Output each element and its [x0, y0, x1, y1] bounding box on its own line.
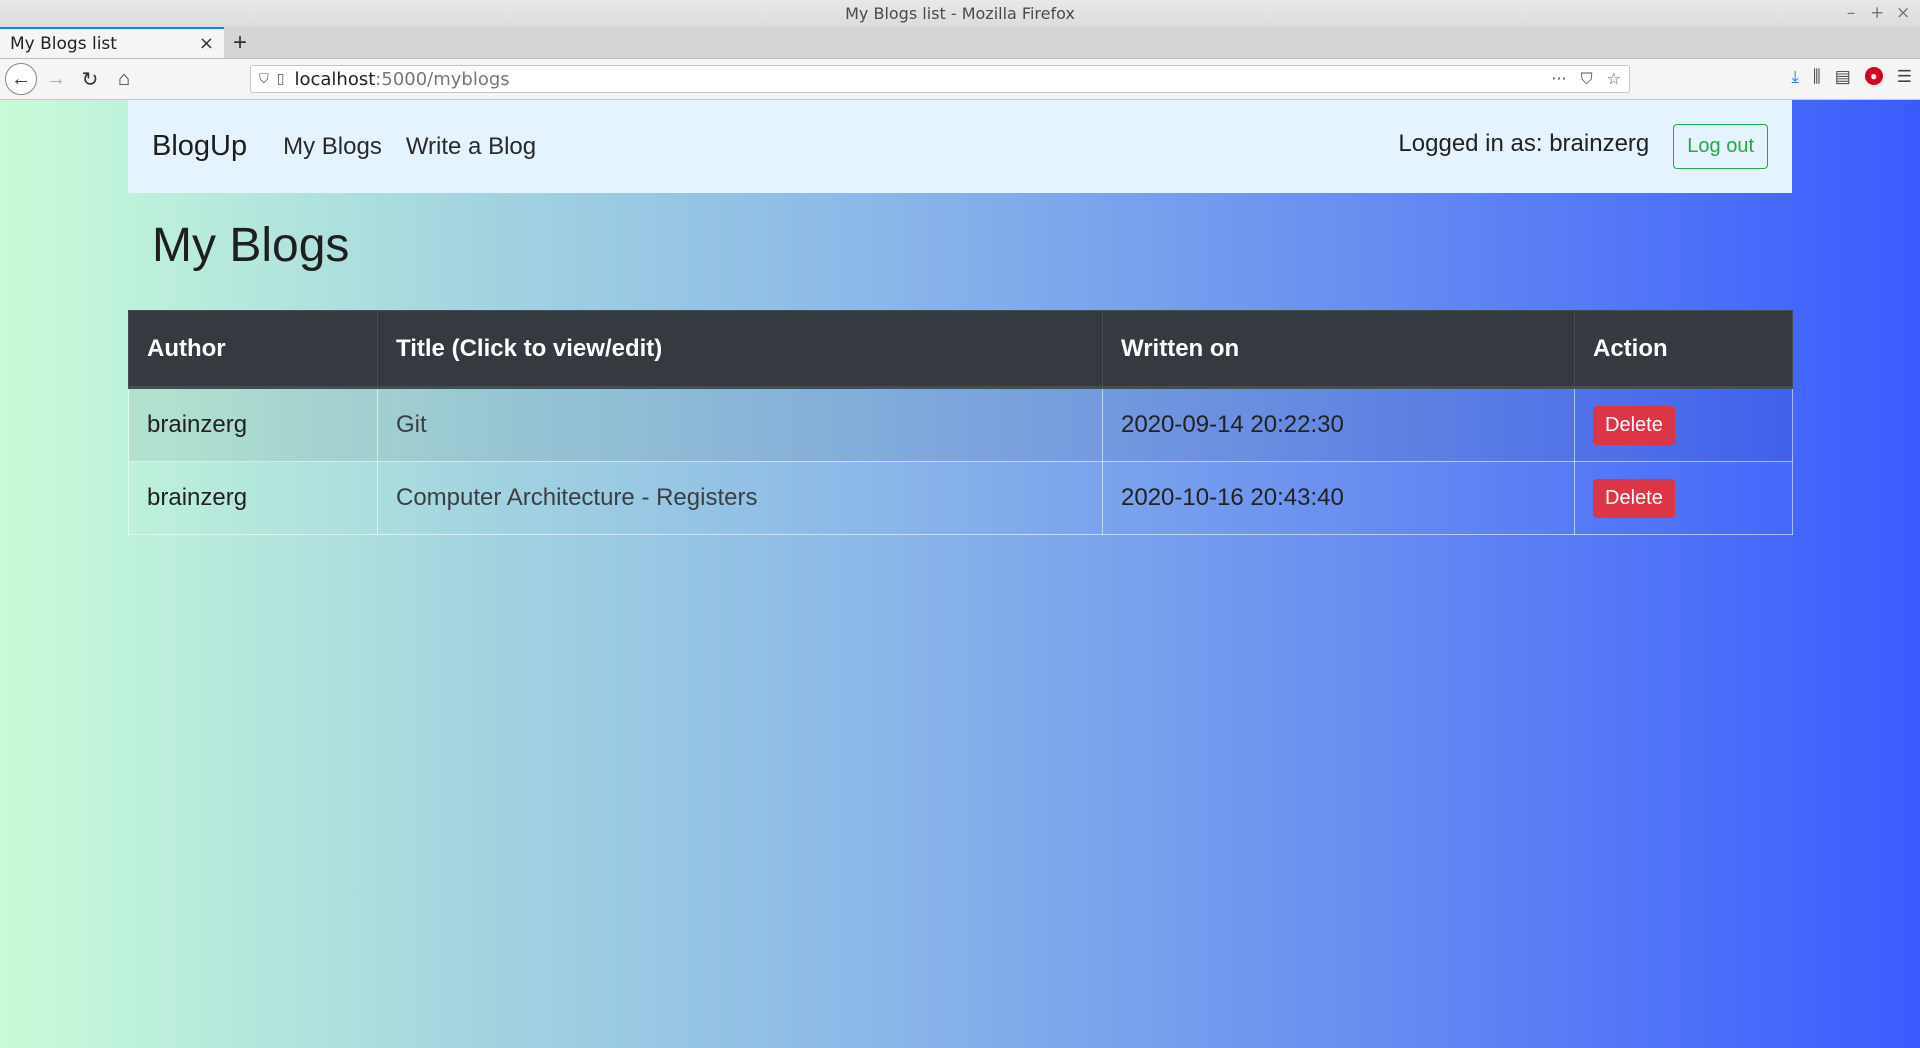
reload-button[interactable]: ↻ — [75, 64, 105, 94]
home-icon: ⌂ — [117, 67, 131, 90]
back-button[interactable]: ← — [5, 63, 37, 95]
cell-title: Computer Architecture - Registers — [377, 461, 1103, 535]
bookmark-star-icon[interactable]: ☆ — [1607, 69, 1621, 89]
delete-button[interactable]: Delete — [1593, 478, 1675, 518]
logged-in-text: Logged in as: brainzerg — [1398, 129, 1650, 157]
navigation-toolbar: ← → ↻ ⌂ ⛉ ▯ localhost:5000/myblogs ··· ⛉… — [0, 59, 1920, 100]
blogs-table: Author Title (Click to view/edit) Writte… — [128, 310, 1793, 535]
cell-author: brainzerg — [128, 387, 378, 462]
new-tab-button[interactable]: + — [224, 27, 256, 58]
cell-written-on: 2020-09-14 20:22:30 — [1102, 387, 1575, 462]
brand-link[interactable]: BlogUp — [152, 130, 247, 163]
table-row: brainzerg Computer Architecture - Regist… — [128, 461, 1793, 535]
maximize-icon[interactable]: + — [1870, 3, 1884, 23]
cell-action: Delete — [1574, 387, 1793, 462]
page-info-icon[interactable]: ▯ — [277, 71, 285, 87]
menu-icon[interactable]: ☰ — [1897, 67, 1912, 87]
window-controls: – + × — [1844, 3, 1911, 23]
url-actions: ··· ⛉ ☆ — [1551, 69, 1621, 89]
reload-icon: ↻ — [81, 68, 99, 91]
url-path: :5000/myblogs — [375, 68, 510, 90]
nav-link-write-a-blog[interactable]: Write a Blog — [406, 133, 536, 161]
tab-close-icon[interactable]: × — [199, 33, 214, 54]
browser-window: My Blogs list - Mozilla Firefox – + × My… — [0, 0, 1920, 1048]
library-icon[interactable]: ⫼ — [1813, 67, 1821, 87]
blog-title-link[interactable]: Computer Architecture - Registers — [396, 484, 757, 511]
close-window-icon[interactable]: × — [1896, 3, 1910, 23]
forward-button[interactable]: → — [41, 64, 71, 94]
page-title: My Blogs — [152, 219, 350, 272]
cell-author: brainzerg — [128, 461, 378, 535]
table-header-row: Author Title (Click to view/edit) Writte… — [128, 310, 1793, 389]
logout-button[interactable]: Log out — [1673, 124, 1768, 169]
extension-icon[interactable]: ● — [1864, 67, 1883, 85]
cell-title: Git — [377, 387, 1103, 462]
pocket-icon[interactable]: ⛉ — [1581, 69, 1593, 89]
main-container: BlogUp My Blogs Write a Blog Logged in a… — [128, 100, 1793, 535]
column-header-action: Action — [1574, 310, 1793, 389]
cell-action: Delete — [1574, 461, 1793, 535]
window-title: My Blogs list - Mozilla Firefox — [845, 4, 1075, 23]
home-button[interactable]: ⌂ — [109, 64, 139, 94]
table-row: brainzerg Git 2020-09-14 20:22:30 Delete — [128, 387, 1793, 462]
page-content: BlogUp My Blogs Write a Blog Logged in a… — [0, 100, 1920, 1048]
url-bar[interactable]: ⛉ ▯ localhost:5000/myblogs ··· ⛉ ☆ — [250, 65, 1630, 93]
nav-link-my-blogs[interactable]: My Blogs — [283, 133, 382, 161]
toolbar-right: ⤓ ⫼ ▤ ● ☰ — [1791, 67, 1912, 87]
app-navbar: BlogUp My Blogs Write a Blog Logged in a… — [128, 100, 1792, 193]
cell-written-on: 2020-10-16 20:43:40 — [1102, 461, 1575, 535]
column-header-author: Author — [128, 310, 378, 389]
tab-strip: My Blogs list × + — [0, 27, 1920, 59]
url-host: localhost — [294, 68, 376, 90]
tab-title: My Blogs list — [10, 33, 117, 54]
delete-button[interactable]: Delete — [1593, 405, 1675, 445]
download-icon[interactable]: ⤓ — [1791, 67, 1799, 87]
tab-my-blogs-list[interactable]: My Blogs list × — [0, 27, 224, 58]
shield-icon[interactable]: ⛉ — [259, 72, 269, 87]
sidebar-icon[interactable]: ▤ — [1835, 67, 1851, 87]
page-actions-icon[interactable]: ··· — [1551, 69, 1566, 89]
forward-arrow-icon: → — [46, 67, 66, 90]
column-header-title: Title (Click to view/edit) — [377, 310, 1103, 389]
column-header-written-on: Written on — [1102, 310, 1575, 389]
back-arrow-icon: ← — [11, 67, 31, 90]
window-titlebar: My Blogs list - Mozilla Firefox – + × — [0, 0, 1920, 27]
minimize-icon[interactable]: – — [1844, 3, 1858, 23]
blog-title-link[interactable]: Git — [396, 411, 427, 438]
